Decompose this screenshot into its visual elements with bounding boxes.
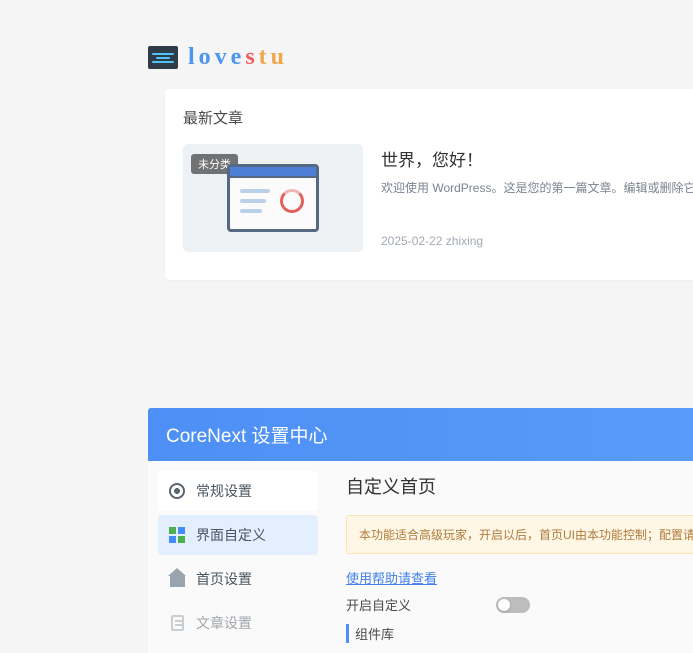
settings-content: 自定义首页 本功能适合高级玩家，开启以后，首页UI由本功能控制；配置请谨 使用帮…: [328, 461, 693, 653]
section-title: 最新文章: [165, 107, 693, 144]
help-link[interactable]: 使用帮助请查看: [346, 568, 437, 587]
gear-icon: [168, 482, 186, 500]
sidebar-item-general[interactable]: 常规设置: [158, 471, 318, 511]
article-thumbnail: 未分类: [183, 144, 363, 252]
logo-text: lovestu: [188, 44, 288, 71]
enable-toggle[interactable]: [496, 597, 530, 613]
sidebar-item-customize[interactable]: 界面自定义: [158, 515, 318, 555]
settings-sidebar: 常规设置 界面自定义 首页设置 文章设置: [148, 461, 328, 653]
sidebar-item-home[interactable]: 首页设置: [158, 559, 318, 599]
article-info: 世界，您好！ 欢迎使用 WordPress。这是您的第一篇文章。编辑或删除它，然…: [381, 144, 693, 252]
settings-body: 常规设置 界面自定义 首页设置 文章设置 自定义首页 本功能适合高级玩家，开启以…: [148, 461, 693, 653]
content-title: 自定义首页: [346, 473, 693, 499]
sidebar-item-label: 常规设置: [196, 481, 252, 501]
sidebar-item-label: 文章设置: [196, 613, 252, 633]
sidebar-item-label: 首页设置: [196, 569, 252, 589]
article-title[interactable]: 世界，您好！: [381, 146, 693, 171]
logo-icon: [148, 46, 178, 69]
sidebar-item-label: 界面自定义: [196, 525, 266, 545]
site-logo[interactable]: lovestu: [0, 0, 693, 89]
sidebar-item-article[interactable]: 文章设置: [158, 603, 318, 643]
article-date: 2025-02-22: [381, 234, 442, 248]
article-author: zhixing: [446, 234, 483, 248]
home-icon: [168, 570, 186, 588]
settings-header: CoreNext 设置中心: [148, 408, 693, 461]
enable-custom-row: 开启自定义: [346, 595, 693, 614]
document-icon: [168, 614, 186, 632]
grid-icon: [168, 526, 186, 544]
article-item[interactable]: 未分类 世界，您好！ 欢迎使用 WordPress。这是您的第一篇文章。编辑或删…: [165, 144, 693, 252]
warning-note: 本功能适合高级玩家，开启以后，首页UI由本功能控制；配置请谨: [346, 515, 693, 554]
library-label: 组件库: [346, 624, 693, 643]
article-meta: 2025-02-22 zhixing: [381, 234, 693, 248]
enable-label: 开启自定义: [346, 595, 496, 614]
article-excerpt: 欢迎使用 WordPress。这是您的第一篇文章。编辑或删除它，然: [381, 179, 693, 198]
thumbnail-graphic: [227, 164, 319, 232]
latest-articles-card: 最新文章 未分类 世界，您好！ 欢迎使用 WordPress。这是您的第一篇文章…: [165, 89, 693, 280]
